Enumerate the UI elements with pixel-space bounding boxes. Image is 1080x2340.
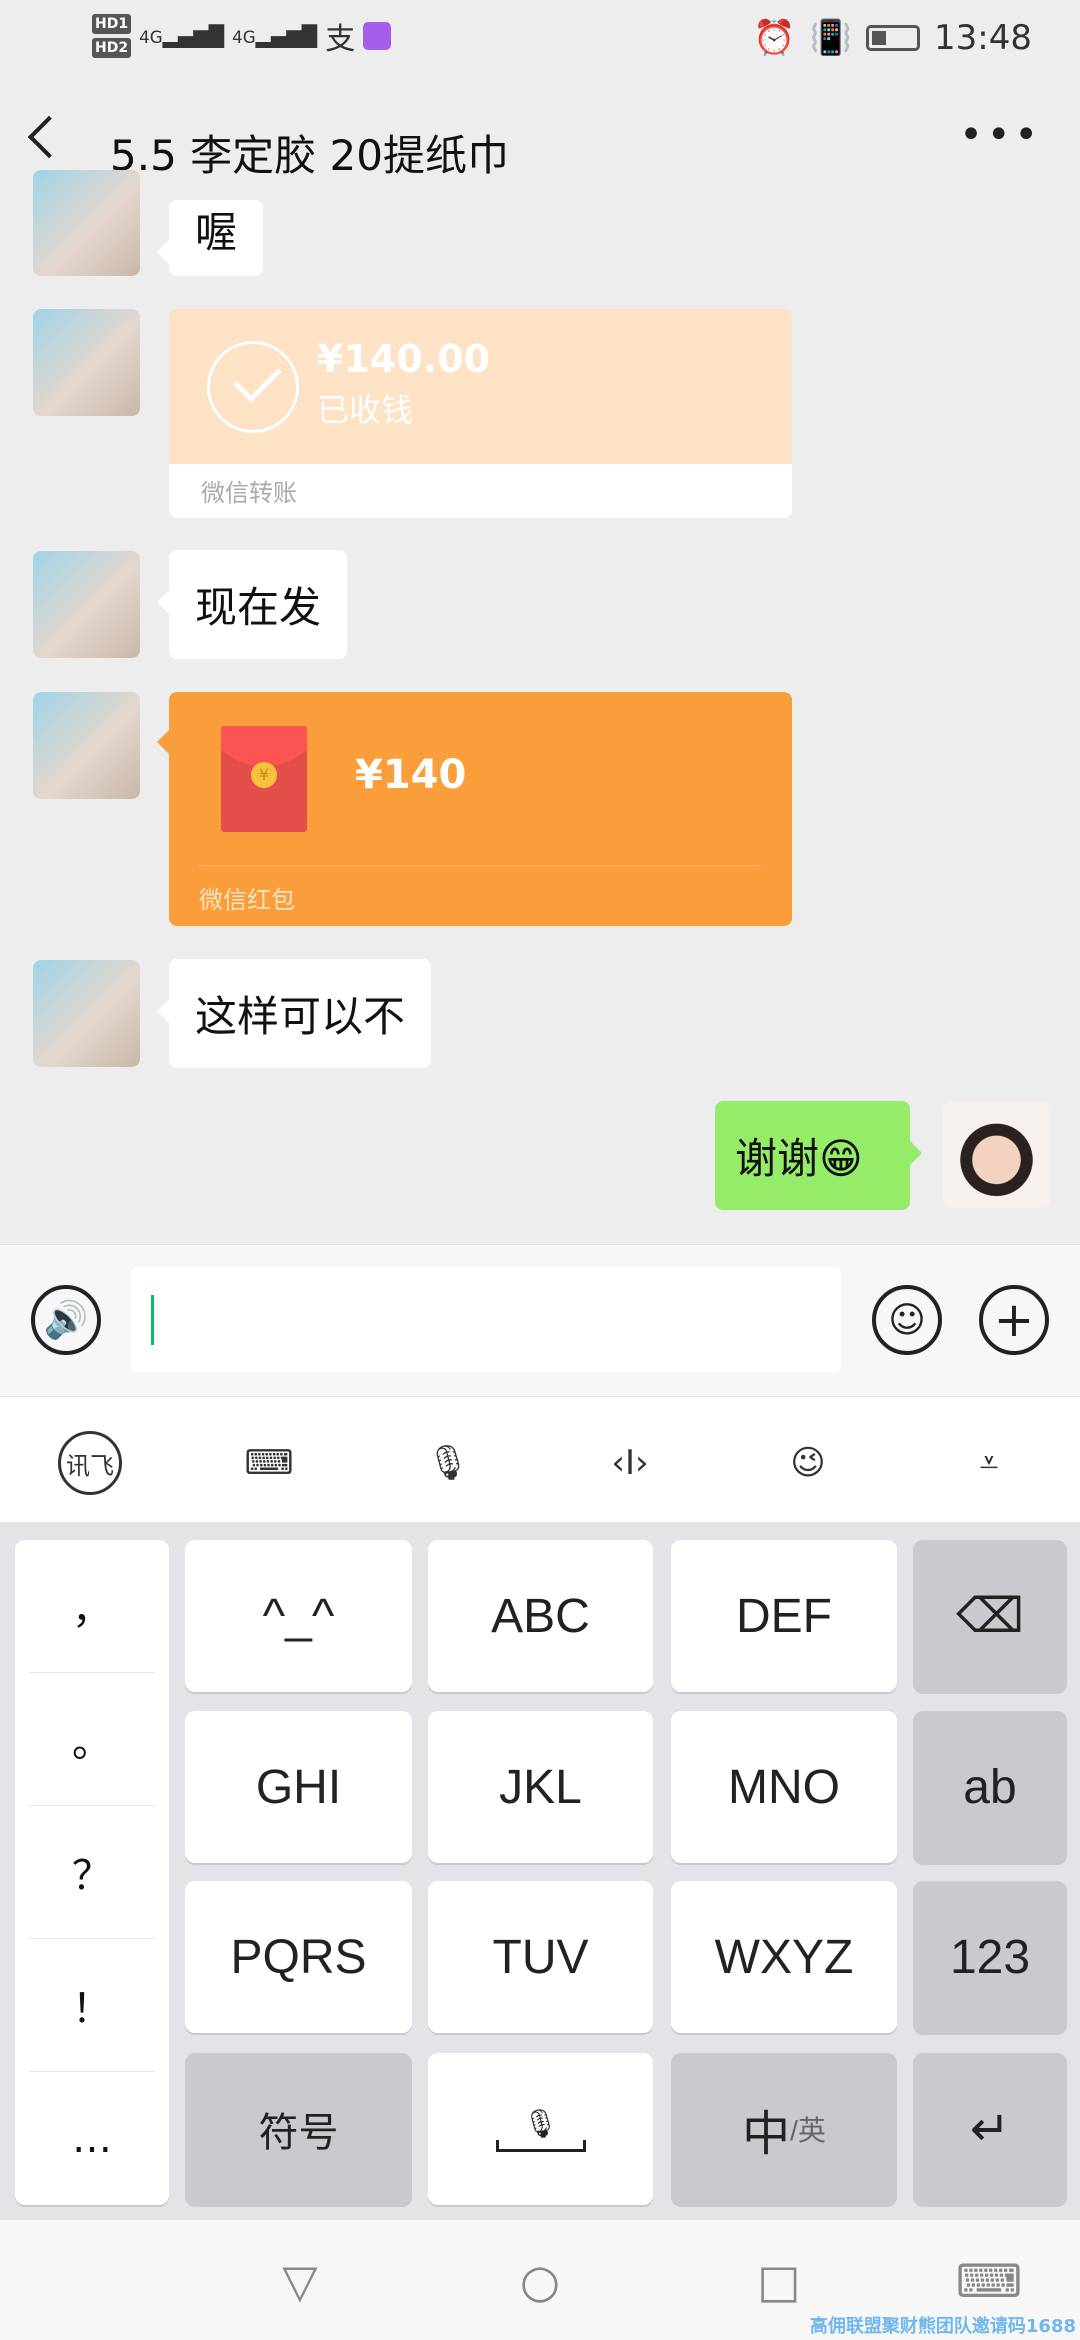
punct-key[interactable]: 。 [29, 1673, 155, 1806]
punct-key[interactable]: ！ [29, 1939, 155, 2072]
key-label: MNO [728, 1760, 840, 1814]
contact-avatar[interactable] [33, 309, 140, 416]
watermark: 高佣联盟聚财熊团队邀请码1688 [809, 2316, 1076, 2337]
message-text: 谢谢😁 [735, 1134, 863, 1183]
cursor-move-icon[interactable]: ‹I› [595, 1433, 665, 1493]
clock: 13:48 [934, 18, 1032, 58]
message-input[interactable] [131, 1267, 841, 1372]
more-icon[interactable]: ••• [959, 112, 1042, 158]
pqrs-key[interactable]: PQRS [185, 1881, 412, 2033]
check-circle-icon [207, 341, 299, 433]
key-label: DEF [736, 1589, 832, 1643]
key-label: ↵ [969, 2103, 1011, 2156]
message-bubble[interactable]: 现在发 [156, 550, 348, 659]
key-label: ^_^ [262, 1589, 335, 1643]
chinese-english-key[interactable]: 中/英 [671, 2053, 897, 2205]
transfer-status: 已收钱 [317, 391, 414, 429]
chat-header: 5.5 李定胶 20提纸巾 ••• [0, 82, 1080, 200]
key-label: PQRS [230, 1930, 367, 1984]
transfer-amount: ¥140.00 [317, 337, 491, 381]
red-envelope-icon: ¥ [221, 726, 307, 832]
ime-logo-icon[interactable]: 讯飞 [55, 1431, 125, 1495]
wxyz-key[interactable]: WXYZ [671, 1881, 897, 2033]
transfer-card[interactable]: ¥140.00 已收钱 微信转账 [169, 309, 792, 518]
text-caret [151, 1295, 154, 1345]
my-message-bubble[interactable]: 谢谢😁 [715, 1101, 922, 1210]
status-bar: HD1 HD2 4G▂▄▆█ 4G▂▄▆█ 支 ⏰ 📳 13:48 [0, 0, 1080, 82]
space-bar-icon: 🎙 [495, 2107, 586, 2152]
hd-sim2-icon: HD2 [92, 38, 132, 58]
key-label: ab [963, 1760, 1017, 1814]
backspace-key[interactable]: ⌫ [913, 1540, 1067, 1692]
signal-icon: 4G▂▄▆█ [232, 24, 318, 48]
keyboard: ， 。 ？ ！ … ^_^ ABC DEF ⌫ GHI JKL MNO ab PQRS TUV WX… [0, 1522, 1080, 2220]
key-label: GHI [255, 1760, 342, 1814]
vibrate-icon: 📳 [809, 18, 853, 58]
contact-avatar[interactable] [33, 960, 140, 1067]
emoji-icon[interactable]: ☺ [872, 1285, 942, 1355]
ghi-key[interactable]: GHI [185, 1711, 412, 1863]
app-icon [363, 22, 392, 50]
red-packet-amount: ¥140 [355, 752, 467, 798]
tuv-key[interactable]: TUV [428, 1881, 653, 2033]
contact-avatar[interactable] [33, 692, 140, 799]
mno-key[interactable]: MNO [671, 1711, 897, 1863]
message-bubble[interactable]: 喔 [156, 200, 264, 276]
signal-icon: 4G▂▄▆█ [139, 24, 225, 48]
symbols-key[interactable]: 符号 [185, 2053, 412, 2205]
wink-emoji-icon[interactable]: 😉 [773, 1433, 843, 1493]
emoticon-key[interactable]: ^_^ [185, 1540, 412, 1692]
hide-keyboard-icon[interactable]: ⩡ [954, 1433, 1024, 1493]
abc-key[interactable]: ABC [428, 1540, 653, 1692]
contact-avatar[interactable] [33, 551, 140, 658]
navigation-bar: ▽ ○ □ ⌨ 高佣联盟聚财熊团队邀请码1688 [0, 2220, 1080, 2340]
transfer-label: 微信转账 [201, 479, 297, 507]
my-avatar[interactable] [943, 1101, 1050, 1208]
keyboard-toolbar: 讯飞 ⌨ 🎙 ‹I› 😉 ⩡ [0, 1396, 1080, 1522]
chat-title: 5.5 李定胶 20提纸巾 [110, 131, 509, 180]
def-key[interactable]: DEF [671, 1540, 897, 1692]
divider [199, 865, 763, 866]
chevron-left-icon[interactable] [27, 115, 71, 159]
123-key[interactable]: 123 [913, 1881, 1067, 2033]
key-label: JKL [499, 1760, 582, 1814]
key-label: TUV [492, 1930, 589, 1984]
punct-key[interactable]: … [29, 2072, 155, 2205]
punct-key[interactable]: ， [29, 1540, 155, 1673]
red-packet-card[interactable]: ¥ ¥140 微信红包 [157, 692, 792, 926]
space-key[interactable]: 🎙 [428, 2053, 653, 2205]
key-label: 123 [949, 1930, 1031, 1984]
key-label: 符号 [258, 2111, 339, 2155]
hd-sim1-icon: HD1 [92, 14, 132, 34]
voice-icon[interactable]: 🔊 [31, 1285, 101, 1355]
input-bar: 🔊 ☺ + [0, 1244, 1080, 1396]
key-label: ABC [491, 1589, 590, 1643]
plus-icon[interactable]: + [979, 1285, 1049, 1355]
alarm-icon: ⏰ [753, 18, 796, 58]
message-text: 喔 [195, 208, 238, 257]
back-triangle-icon[interactable]: ▽ [270, 2254, 330, 2308]
battery-icon [866, 25, 921, 51]
punct-key[interactable]: ？ [29, 1806, 155, 1939]
enter-key[interactable]: ↵ [913, 2053, 1067, 2205]
key-label: ⌫ [956, 1590, 1024, 1643]
message-text: 现在发 [195, 583, 322, 632]
contact-avatar[interactable] [33, 170, 140, 276]
key-label: 中 [742, 2108, 791, 2161]
home-circle-icon[interactable]: ○ [510, 2254, 570, 2308]
punctuation-column[interactable]: ， 。 ？ ！ … [15, 1540, 169, 2205]
message-bubble[interactable]: 这样可以不 [156, 959, 432, 1068]
key-label: WXYZ [714, 1930, 854, 1984]
key-sublabel: /英 [790, 2115, 826, 2146]
microphone-icon[interactable]: 🎙 [413, 1433, 483, 1493]
alipay-icon: 支 [325, 22, 356, 57]
recents-square-icon[interactable]: □ [749, 2254, 809, 2308]
message-text: 这样可以不 [195, 992, 406, 1041]
red-packet-label: 微信红包 [199, 886, 295, 914]
ab-key[interactable]: ab [913, 1711, 1067, 1863]
keyboard-icon[interactable]: ⌨ [234, 1433, 304, 1493]
keyboard-switch-icon[interactable]: ⌨ [956, 2254, 1022, 2308]
jkl-key[interactable]: JKL [428, 1711, 653, 1863]
